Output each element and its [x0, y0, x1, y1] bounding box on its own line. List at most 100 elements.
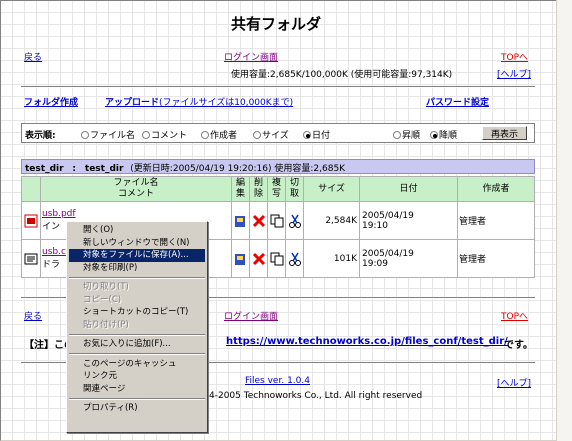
file-comment: イン [42, 222, 61, 232]
delete-icon[interactable] [252, 214, 266, 228]
date-column-header: 日付 [359, 176, 458, 202]
date-cell: 2005/04/19 19:09 [359, 239, 458, 278]
help-link[interactable]: [ヘルプ] [497, 67, 531, 80]
vertical-scrollbar[interactable] [556, 0, 572, 441]
radio-icon[interactable] [393, 131, 401, 139]
sort-option-size[interactable]: サイズ [253, 128, 289, 141]
back-link-bottom[interactable]: 戻る [24, 309, 42, 322]
radio-icon[interactable] [303, 131, 311, 139]
upload-link[interactable]: アップロード(ファイルサイズは10,000Kまで) [105, 95, 293, 108]
radio-icon[interactable] [430, 131, 438, 139]
sort-label: 表示順: [25, 131, 56, 141]
password-link[interactable]: パスワード設定 [426, 95, 489, 108]
copy-icon[interactable] [270, 252, 284, 266]
filename-header: ファイル名 [113, 178, 159, 188]
file-type-cell [21, 201, 41, 240]
version-link[interactable]: Files ver. 1.0.4 [245, 376, 310, 386]
date-cell: 2005/04/19 19:10 [359, 201, 458, 240]
help-link-bottom[interactable]: [ヘルプ] [497, 376, 531, 389]
creator-cell: 管理者 [457, 201, 535, 240]
copy-cell[interactable] [267, 239, 286, 278]
login-link-bottom[interactable]: ログイン画面 [224, 309, 278, 322]
refresh-button[interactable]: 再表示 [482, 126, 527, 140]
sort-option-label: 作成者 [210, 131, 238, 141]
directory-info: test_dir : test_dir (更新日時:2005/04/19 19:… [25, 161, 345, 174]
order-option-label: 降順 [439, 131, 458, 141]
upload-note: (ファイルサイズは10,000Kまで) [159, 98, 294, 108]
context-menu: 開く(O) 新しいウィンドウで開く(N) 対象をファイルに保存(A)... 対象… [66, 221, 208, 433]
order-option-label: 昇順 [402, 131, 421, 141]
file-time: 19:09 [362, 258, 388, 269]
menu-item-copy-shortcut[interactable]: ショートカットのコピー(T) [69, 306, 205, 319]
comment-header: コメント [117, 189, 154, 199]
edit-column-header: 編集 [231, 176, 250, 202]
upload-label: アップロード [105, 98, 160, 108]
sort-option-date[interactable]: 日付 [303, 128, 330, 141]
radio-icon[interactable] [201, 131, 209, 139]
edit-cell[interactable] [231, 201, 250, 240]
file-time: 19:10 [362, 220, 388, 231]
menu-item-copy: コピー(C) [83, 294, 122, 305]
edit-icon[interactable] [234, 214, 248, 228]
file-link[interactable]: usb.pdf [42, 209, 76, 219]
size-cell: 101K [303, 239, 360, 278]
sort-option-filename[interactable]: ファイル名 [81, 128, 135, 141]
cut-cell[interactable] [285, 201, 304, 240]
file-link[interactable]: usb.c [42, 247, 66, 257]
order-option-asc[interactable]: 昇順 [393, 128, 420, 141]
menu-separator [69, 353, 205, 355]
create-folder-link[interactable]: フォルダ作成 [24, 95, 78, 108]
delete-column-header: 削除 [249, 176, 268, 202]
folder-url-link[interactable]: https://www.technoworks.co.jp/files_conf… [226, 336, 508, 347]
delete-cell[interactable] [249, 239, 268, 278]
delete-icon[interactable] [252, 252, 266, 266]
menu-item-properties[interactable]: プロパティ(R) [69, 402, 205, 415]
usage-text: 使用容量:2,685K/100,000K (使用可能容量:97,314K) [231, 70, 453, 80]
menu-item-related-pages[interactable]: 関連ページ [69, 383, 205, 396]
menu-item-cut: 切り取り(T) [83, 282, 129, 292]
copy-column-header: 複写 [267, 176, 286, 202]
login-link[interactable]: ログイン画面 [224, 50, 278, 63]
sort-option-comment[interactable]: コメント [142, 128, 187, 141]
menu-separator [69, 333, 205, 336]
file-comment: ドラ [42, 260, 61, 270]
sort-option-label: 日付 [312, 131, 331, 141]
cut-cell[interactable] [285, 239, 304, 278]
menu-item-save-target[interactable]: 対象をファイルに保存(A)... [69, 249, 205, 262]
sort-option-label: サイズ [262, 131, 289, 141]
pdf-file-icon [24, 214, 38, 228]
delete-cell[interactable] [249, 201, 268, 240]
menu-item-page-cache[interactable]: このページのキャッシュ [69, 358, 205, 371]
top-link[interactable]: TOPへ [501, 50, 528, 63]
top-link-bottom[interactable]: TOPへ [501, 309, 528, 322]
menu-item-open-new-window[interactable]: 新しいウィンドウで開く(N) [69, 237, 205, 250]
edit-cell[interactable] [231, 239, 250, 278]
file-date: 2005/04/19 [362, 210, 414, 221]
dir-path: test_dir [84, 164, 124, 174]
note-suffix: です。 [504, 340, 533, 351]
scissors-icon[interactable] [288, 214, 302, 228]
edit-icon[interactable] [234, 252, 248, 266]
dir-details: (更新日時:2005/04/19 19:20:16) 使用容量:2,685K [130, 164, 346, 174]
menu-item-print-target[interactable]: 対象を印刷(P) [69, 262, 205, 275]
size-cell: 2,584K [303, 201, 360, 240]
radio-icon[interactable] [81, 131, 89, 139]
order-option-desc[interactable]: 降順 [430, 128, 457, 141]
radio-icon[interactable] [253, 131, 261, 139]
copy-cell[interactable] [267, 201, 286, 240]
divider [21, 86, 535, 88]
filename-column-header: ファイル名 コメント [40, 176, 232, 202]
scissors-icon[interactable] [288, 252, 302, 266]
sort-option-creator[interactable]: 作成者 [201, 128, 237, 141]
copyright-text: 4-2005 Technoworks Co., Ltd. All right r… [209, 391, 423, 401]
back-link[interactable]: 戻る [24, 50, 42, 63]
menu-item-link-source[interactable]: リンク元 [69, 370, 205, 383]
sort-option-label: ファイル名 [90, 131, 136, 141]
file-date: 2005/04/19 [362, 248, 414, 259]
page-title: 共有フォルダ [231, 15, 322, 33]
copy-icon[interactable] [270, 214, 284, 228]
radio-icon[interactable] [142, 131, 150, 139]
menu-item-open[interactable]: 開く(O) [69, 224, 205, 237]
menu-item-add-favorite[interactable]: お気に入りに追加(F)... [69, 338, 205, 351]
cut-column-header: 切取 [285, 176, 304, 202]
